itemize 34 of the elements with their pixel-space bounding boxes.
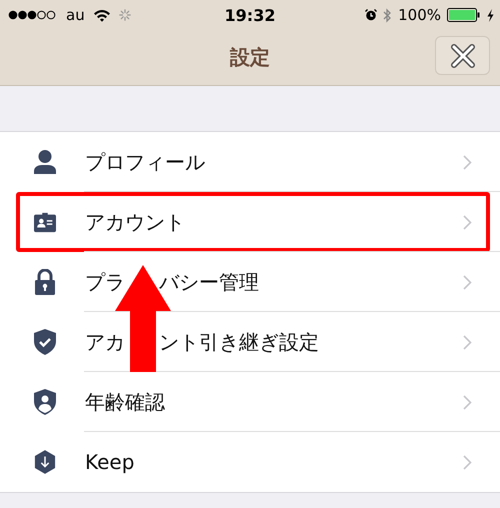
charging-icon bbox=[487, 8, 494, 22]
person-icon bbox=[34, 150, 56, 174]
chevron-icon bbox=[463, 214, 472, 230]
item-label: プラ bbox=[85, 268, 125, 296]
chevron-icon bbox=[463, 334, 472, 350]
lock-icon bbox=[34, 269, 56, 295]
item-label: アカウント bbox=[85, 208, 185, 236]
wifi-icon bbox=[92, 8, 111, 22]
item-label: 年齢確認 bbox=[85, 388, 165, 416]
chevron-icon bbox=[463, 394, 472, 410]
signal-icon bbox=[8, 10, 58, 20]
shield-check-icon bbox=[34, 329, 56, 355]
nav-title: 設定 bbox=[230, 44, 270, 71]
bluetooth-icon bbox=[383, 8, 392, 22]
battery-icon bbox=[447, 8, 481, 22]
item-label: Keep bbox=[85, 450, 134, 474]
chevron-icon bbox=[463, 274, 472, 290]
chevron-icon bbox=[463, 154, 472, 170]
shield-person-icon bbox=[34, 389, 56, 415]
battery-percent: 100% bbox=[398, 6, 441, 24]
chevron-icon bbox=[463, 454, 472, 470]
close-icon bbox=[450, 44, 474, 68]
carrier: au bbox=[66, 6, 85, 24]
settings-item[interactable]: Keep bbox=[16, 432, 490, 492]
id-card-icon bbox=[34, 211, 56, 233]
alarm-icon bbox=[365, 9, 378, 21]
close-button[interactable] bbox=[435, 36, 490, 75]
item-label: プロフィール bbox=[85, 148, 205, 176]
spinner-icon bbox=[118, 9, 131, 21]
clock: 19:32 bbox=[224, 6, 276, 24]
item-label: ント引き継ぎ設定 bbox=[159, 328, 319, 356]
download-icon bbox=[34, 449, 56, 475]
item-label: アカ bbox=[85, 328, 125, 356]
item-label: バシー管理 bbox=[159, 268, 259, 296]
